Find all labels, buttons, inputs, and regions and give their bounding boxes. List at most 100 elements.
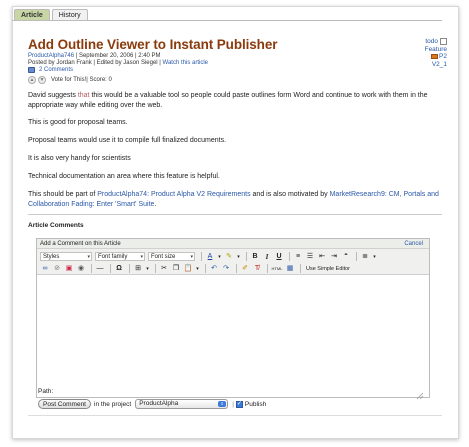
use-simple-editor-link[interactable]: Use Simple Editor — [306, 266, 350, 272]
special-char-icon[interactable]: Ω — [114, 264, 124, 274]
post-comment-button[interactable]: Post Comment — [38, 399, 91, 409]
toolbar-separator — [300, 264, 301, 273]
ordered-list-icon[interactable]: ≡ — [293, 252, 303, 262]
editor-toolbar: Styles ▾ Font family ▾ Font size ▾ A ▾ ✎ ▾ … — [37, 249, 429, 275]
undo-icon[interactable]: ↶ — [209, 264, 219, 274]
unlink-icon[interactable]: ⊘ — [52, 264, 62, 274]
publish-checkbox[interactable]: ✓ — [235, 400, 243, 408]
toolbar-row-1: Styles ▾ Font family ▾ Font size ▾ A ▾ ✎ ▾ … — [40, 251, 379, 262]
comments-count-link[interactable]: 2 Comments — [39, 67, 73, 73]
paste-dropdown-icon[interactable]: ▾ — [195, 264, 200, 274]
separator-bar: | — [232, 400, 234, 408]
tab-article[interactable]: Article — [14, 9, 50, 20]
vote-up-icon[interactable]: ▲ — [28, 76, 36, 84]
image-icon[interactable]: ▣ — [64, 264, 74, 274]
underline-icon[interactable]: U — [274, 252, 284, 262]
media-icon[interactable]: ◉ — [76, 264, 86, 274]
fullscreen-icon[interactable]: ▦ — [285, 264, 295, 274]
styles-select[interactable]: Styles ▾ — [40, 252, 92, 261]
bold-icon[interactable]: B — [250, 252, 260, 262]
toolbar-separator — [356, 252, 357, 261]
cut-icon[interactable]: ✂ — [159, 264, 169, 274]
table-dropdown-icon[interactable]: ▾ — [145, 264, 150, 274]
comments-divider — [28, 214, 442, 215]
posted-by: Posted by Jordan Frank | Edited by Jason… — [28, 60, 163, 66]
article-properties: todo Feature P2 V2_1 — [425, 38, 447, 68]
type-link[interactable]: Feature — [425, 46, 447, 53]
version-link[interactable]: V2_1 — [432, 61, 447, 68]
editor-header: Add a Comment on this Article Cancel — [37, 239, 429, 249]
font-size-select[interactable]: Font size ▾ — [148, 252, 195, 261]
toolbar-separator — [236, 264, 237, 273]
article-date: | September 20, 2006 | 2:40 PM — [74, 53, 161, 59]
tab-divider — [12, 20, 442, 21]
toolbar-separator — [155, 264, 156, 273]
project-select[interactable]: ProductAlpha ⇕ — [135, 399, 229, 409]
toolbar-separator — [246, 252, 247, 261]
vote-link[interactable]: Vote for This! — [51, 77, 86, 83]
tab-history[interactable]: History — [51, 9, 88, 20]
comment-icon — [28, 67, 35, 73]
toolbar-separator — [129, 264, 130, 273]
italic-icon[interactable]: I — [262, 252, 272, 262]
publish-label: Publish — [244, 400, 267, 408]
toolbar-separator — [110, 264, 111, 273]
remove-format-icon[interactable]: T̸ — [252, 264, 262, 274]
article-title: Add Outline Viewer to Instant Publisher — [28, 37, 278, 52]
article-meta-line: ProductAlpha746 | September 20, 2006 | 2… — [28, 53, 161, 59]
table-icon[interactable]: ⊞ — [133, 264, 143, 274]
paragraph-1: David suggests that this would be a valu… — [28, 92, 428, 109]
requirements-link[interactable]: ProductAlpha74: Product Alpha V2 Require… — [97, 191, 250, 198]
toolbar-separator — [91, 264, 92, 273]
align-icon[interactable]: ≣ — [360, 252, 370, 262]
priority-flag-icon — [431, 54, 439, 59]
unordered-list-icon[interactable]: ☰ — [305, 252, 315, 262]
redo-icon[interactable]: ↷ — [221, 264, 231, 274]
indent-icon[interactable]: ⇥ — [329, 252, 339, 262]
bottom-divider — [28, 415, 442, 416]
align-dropdown-icon[interactable]: ▾ — [372, 252, 377, 262]
in-project-label: in the project — [94, 400, 132, 408]
paragraph-3: Proposal teams would use it to compile f… — [28, 137, 227, 144]
resize-handle-icon[interactable] — [416, 392, 424, 400]
toolbar-separator — [201, 252, 202, 261]
priority-link[interactable]: P2 — [439, 53, 447, 60]
vote-down-icon[interactable]: ▼ — [38, 76, 46, 84]
comments-line: 2 Comments — [28, 67, 73, 73]
comment-editor: Add a Comment on this Article Cancel Sty… — [36, 238, 430, 398]
watch-link[interactable]: Watch this article — [163, 60, 208, 66]
status-checkbox[interactable] — [440, 38, 447, 45]
path-label: Path: — [38, 388, 54, 395]
vote-line: ▲ ▼ Vote for This! | Score: 0 — [28, 76, 112, 84]
highlight-dropdown-icon[interactable]: ▾ — [236, 252, 241, 262]
status-link[interactable]: todo — [425, 38, 438, 45]
html-source-icon[interactable]: HTML — [271, 264, 283, 274]
copy-icon[interactable]: ❐ — [171, 264, 181, 274]
paragraph-4: It is also very handy for scientists — [28, 155, 131, 162]
text-color-icon[interactable]: A — [205, 252, 215, 262]
score: | Score: 0 — [86, 77, 112, 83]
paste-icon[interactable]: 📋 — [183, 264, 193, 274]
toolbar-separator — [267, 264, 268, 273]
paragraph-5: Technical documentation an area where th… — [28, 173, 220, 180]
toolbar-separator — [289, 252, 290, 261]
clean-format-icon[interactable]: ✐ — [240, 264, 250, 274]
add-comment-label: Add a Comment on this Article — [40, 241, 121, 247]
toolbar-separator — [205, 264, 206, 273]
toolbar-row-2: ∞ ⊘ ▣ ◉ — Ω ⊞ ▾ ✂ ❐ 📋 ▾ ↶ ↷ ✐ T̸ HTML ▦ — [40, 263, 350, 274]
font-family-select[interactable]: Font family ▾ — [95, 252, 145, 261]
highlighted-word: that — [77, 92, 90, 99]
highlight-color-icon[interactable]: ✎ — [224, 252, 234, 262]
outdent-icon[interactable]: ⇤ — [317, 252, 327, 262]
text-color-dropdown-icon[interactable]: ▾ — [217, 252, 222, 262]
paragraph-2: This is good for proposal teams. — [28, 119, 128, 126]
post-controls: Post Comment in the project ProductAlpha… — [38, 399, 266, 409]
horizontal-rule-icon[interactable]: — — [95, 264, 105, 274]
link-icon[interactable]: ∞ — [40, 264, 50, 274]
comments-section-title: Article Comments — [28, 222, 84, 229]
blockquote-icon[interactable]: “ — [341, 252, 351, 262]
project-link[interactable]: ProductAlpha746 — [28, 53, 74, 59]
comment-textarea[interactable] — [37, 275, 429, 394]
cancel-link[interactable]: Cancel — [404, 239, 423, 249]
select-stepper-icon: ⇕ — [218, 401, 227, 407]
